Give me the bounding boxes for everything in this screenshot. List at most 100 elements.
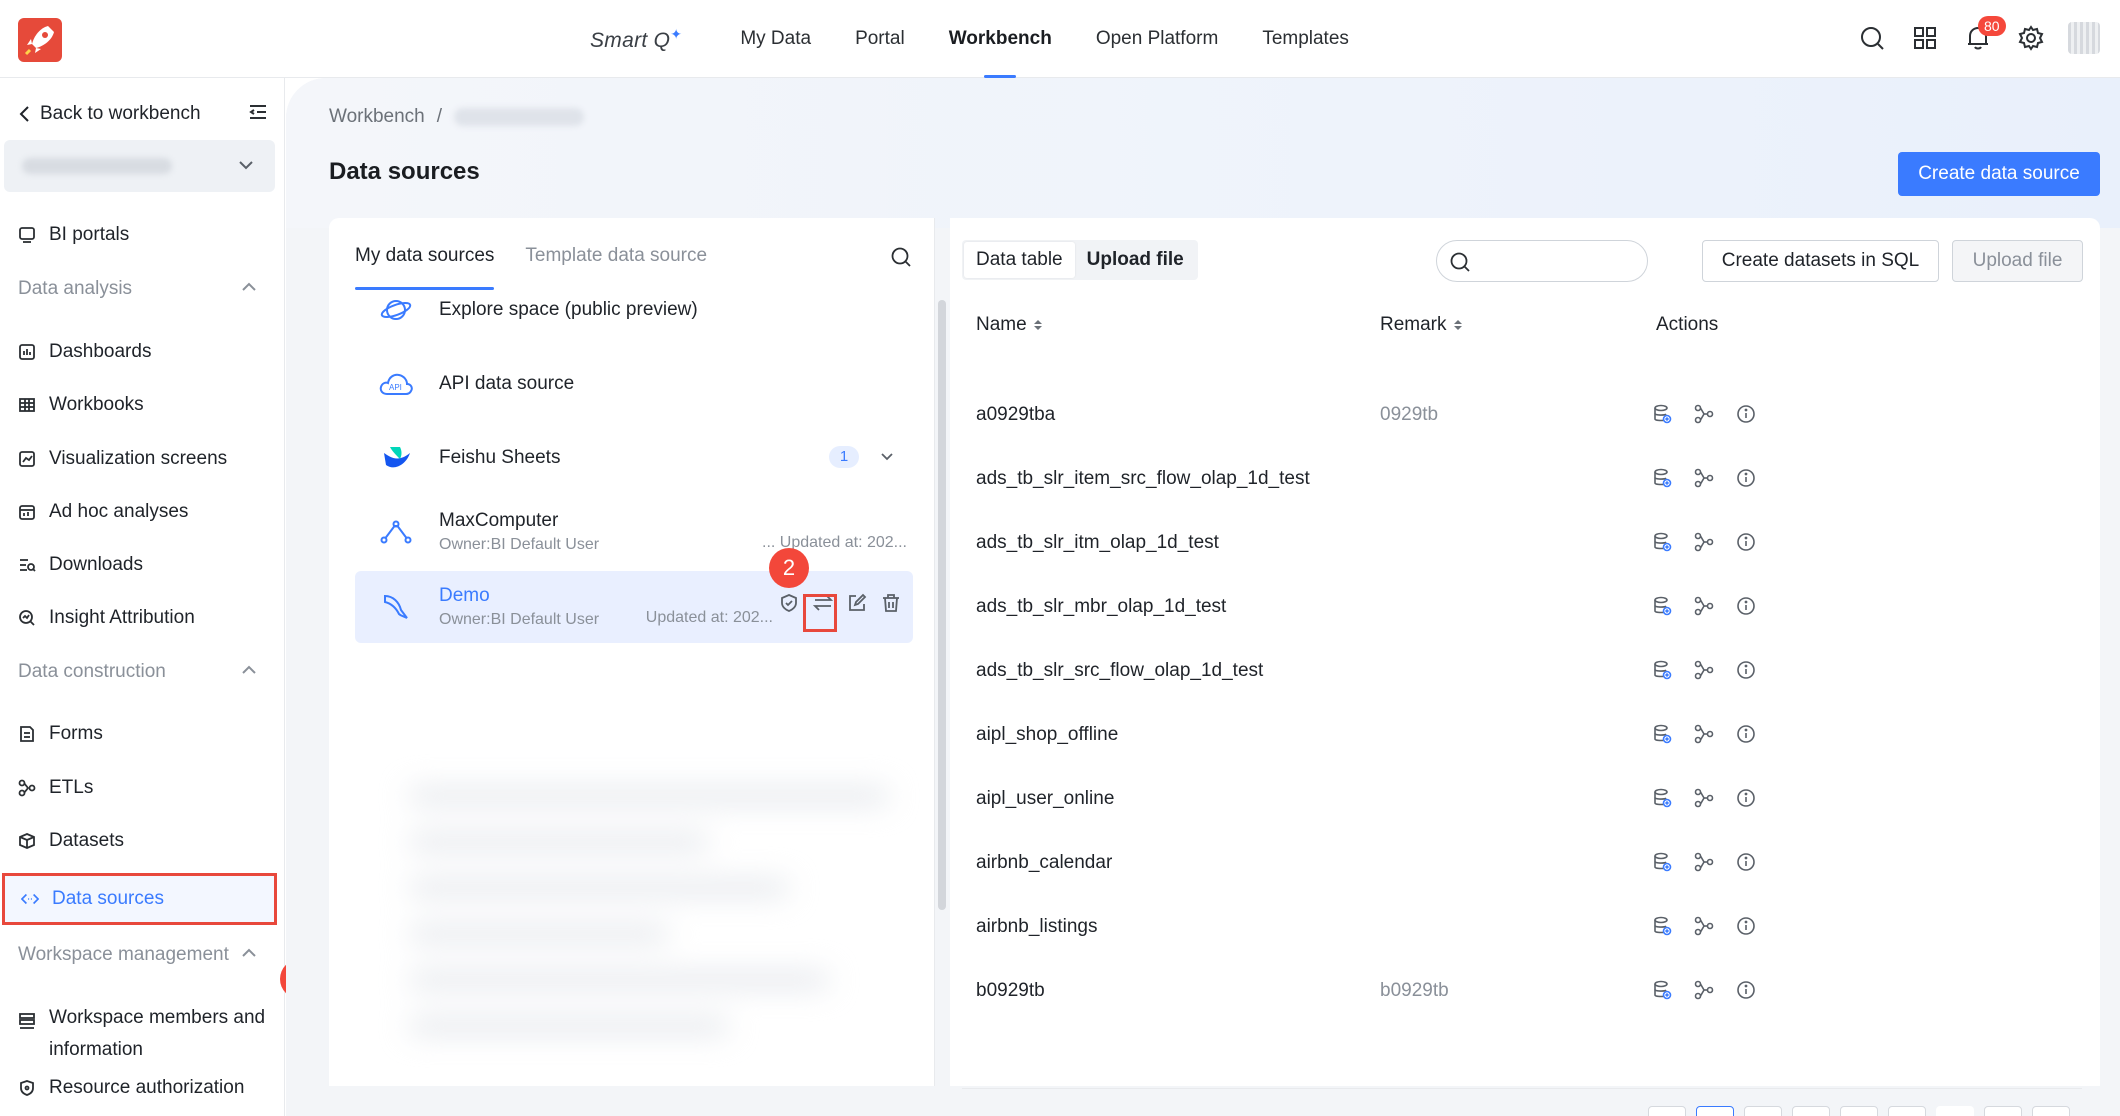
rocket-logo-icon[interactable] [18, 18, 62, 62]
create-data-source-button[interactable]: Create data source [1898, 152, 2100, 196]
apps-grid-icon[interactable] [1907, 20, 1943, 56]
gear-icon[interactable] [2013, 20, 2049, 56]
chevron-down-icon[interactable] [879, 448, 895, 464]
create-dataset-icon[interactable] [1652, 532, 1672, 552]
sidebar-item-bi-portals[interactable]: BI portals [18, 218, 278, 252]
sidebar-item-forms[interactable]: Forms [18, 717, 278, 751]
etl-icon[interactable] [1694, 468, 1714, 488]
create-dataset-icon[interactable] [1652, 980, 1672, 1000]
table-row[interactable]: airbnb_listings [962, 896, 2082, 960]
sidebar-item-visualization-screens[interactable]: Visualization screens [18, 442, 278, 476]
pagination-page-2[interactable]: 2 [1744, 1106, 1782, 1116]
table-row[interactable]: ads_tb_slr_item_src_flow_olap_1d_test [962, 448, 2082, 512]
group-workspace-management[interactable]: Workspace management [18, 938, 258, 972]
info-icon[interactable] [1736, 852, 1756, 872]
breadcrumb-workspace-redacted[interactable] [454, 108, 585, 126]
sidebar-item-datasets[interactable]: Datasets [18, 824, 278, 858]
etl-icon[interactable] [1694, 596, 1714, 616]
delete-trash-icon[interactable] [881, 593, 901, 613]
user-avatar[interactable] [2066, 20, 2102, 56]
table-cell-name[interactable]: b0929tb [976, 980, 1045, 1002]
breadcrumb-workbench[interactable]: Workbench [329, 106, 425, 128]
table-cell-name[interactable]: ads_tb_slr_src_flow_olap_1d_test [976, 660, 1263, 682]
info-icon[interactable] [1736, 404, 1756, 424]
table-cell-name[interactable]: aipl_user_online [976, 788, 1114, 810]
nav-templates[interactable]: Templates [1262, 0, 1349, 78]
create-dataset-icon[interactable] [1652, 468, 1672, 488]
pagination-page-1[interactable]: 1 [1696, 1106, 1734, 1116]
info-icon[interactable] [1736, 468, 1756, 488]
table-row[interactable]: ads_tb_slr_mbr_olap_1d_test [962, 576, 2082, 640]
collapse-sidebar-icon[interactable] [248, 102, 268, 122]
search-icon[interactable] [1854, 20, 1890, 56]
table-row[interactable]: ads_tb_slr_itm_olap_1d_test [962, 512, 2082, 576]
sidebar-item-ad-hoc-analyses[interactable]: Ad hoc analyses [18, 495, 278, 529]
table-cell-name[interactable]: airbnb_listings [976, 916, 1097, 938]
table-row[interactable]: aipl_user_online [962, 768, 2082, 832]
table-cell-name[interactable]: a0929tba [976, 404, 1055, 426]
data-source-maxcomputer[interactable]: MaxComputer Owner:BI Default User ... Up… [355, 496, 913, 568]
create-dataset-icon[interactable] [1652, 916, 1672, 936]
sidebar-item-resource-authorization[interactable]: Resource authorization [18, 1071, 278, 1105]
create-dataset-icon[interactable] [1652, 596, 1672, 616]
create-dataset-icon[interactable] [1652, 788, 1672, 808]
table-row[interactable]: a0929tba 0929tb [962, 384, 2082, 448]
etl-icon[interactable] [1694, 724, 1714, 744]
etl-icon[interactable] [1694, 980, 1714, 1000]
etl-icon[interactable] [1694, 916, 1714, 936]
sidebar-item-insight-attribution[interactable]: Insight Attribution [18, 601, 278, 635]
search-icon[interactable] [890, 246, 912, 274]
create-dataset-icon[interactable] [1652, 852, 1672, 872]
table-cell-name[interactable]: ads_tb_slr_item_src_flow_olap_1d_test [976, 468, 1310, 490]
table-cell-name[interactable]: aipl_shop_offline [976, 724, 1118, 746]
pagination-page-4[interactable]: 4 [1840, 1106, 1878, 1116]
pagination-page-last[interactable]: 11 [1984, 1106, 2022, 1116]
etl-icon[interactable] [1694, 788, 1714, 808]
data-source-feishu-sheets[interactable]: Feishu Sheets 1 [355, 422, 913, 494]
sidebar-item-workspace-members[interactable]: Workspace members and information [18, 1002, 268, 1066]
group-data-construction[interactable]: Data construction [18, 655, 258, 689]
column-header-remark[interactable]: Remark [1380, 314, 1463, 336]
pagination-prev[interactable]: ‹ [1648, 1106, 1686, 1116]
info-icon[interactable] [1736, 532, 1756, 552]
bell-icon[interactable]: 80 [1960, 16, 2006, 56]
create-dataset-icon[interactable] [1652, 724, 1672, 744]
etl-icon[interactable] [1694, 660, 1714, 680]
edit-icon[interactable] [847, 593, 867, 613]
table-search-input[interactable] [1477, 247, 1637, 275]
table-cell-name[interactable]: ads_tb_slr_itm_olap_1d_test [976, 532, 1219, 554]
table-cell-name[interactable]: airbnb_calendar [976, 852, 1112, 874]
permission-shield-icon[interactable] [779, 593, 799, 613]
nav-portal[interactable]: Portal [855, 0, 905, 78]
segment-data-table[interactable]: Data table [964, 242, 1075, 278]
info-icon[interactable] [1736, 660, 1756, 680]
info-icon[interactable] [1736, 788, 1756, 808]
pagination-ellipsis[interactable]: ••• [1936, 1106, 1974, 1116]
upload-file-button[interactable]: Upload file [1952, 240, 2083, 282]
sidebar-item-etls[interactable]: ETLs [18, 771, 278, 805]
info-icon[interactable] [1736, 980, 1756, 1000]
list-scrollbar[interactable] [938, 300, 946, 910]
segment-upload-file[interactable]: Upload file [1075, 242, 1196, 278]
column-header-name[interactable]: Name [976, 314, 1043, 336]
create-dataset-icon[interactable] [1652, 404, 1672, 424]
create-dataset-icon[interactable] [1652, 660, 1672, 680]
nav-my-data[interactable]: My Data [740, 0, 811, 78]
pagination-next[interactable]: › [2032, 1106, 2070, 1116]
table-row[interactable]: aipl_shop_offline [962, 704, 2082, 768]
info-icon[interactable] [1736, 724, 1756, 744]
info-icon[interactable] [1736, 596, 1756, 616]
nav-open-platform[interactable]: Open Platform [1096, 0, 1219, 78]
info-icon[interactable] [1736, 916, 1756, 936]
etl-icon[interactable] [1694, 532, 1714, 552]
data-source-api[interactable]: API API data source [355, 348, 913, 420]
nav-workbench[interactable]: Workbench [949, 0, 1052, 78]
table-cell-name[interactable]: ads_tb_slr_mbr_olap_1d_test [976, 596, 1226, 618]
etl-icon[interactable] [1694, 852, 1714, 872]
table-row[interactable]: airbnb_calendar [962, 832, 2082, 896]
data-source-explore-space[interactable]: Explore space (public preview) [355, 274, 913, 346]
workspace-selector[interactable] [4, 140, 275, 192]
sidebar-item-downloads[interactable]: Downloads [18, 548, 278, 582]
sidebar-item-workbooks[interactable]: Workbooks [18, 388, 278, 422]
table-row[interactable]: b0929tb b0929tb [962, 960, 2082, 1024]
